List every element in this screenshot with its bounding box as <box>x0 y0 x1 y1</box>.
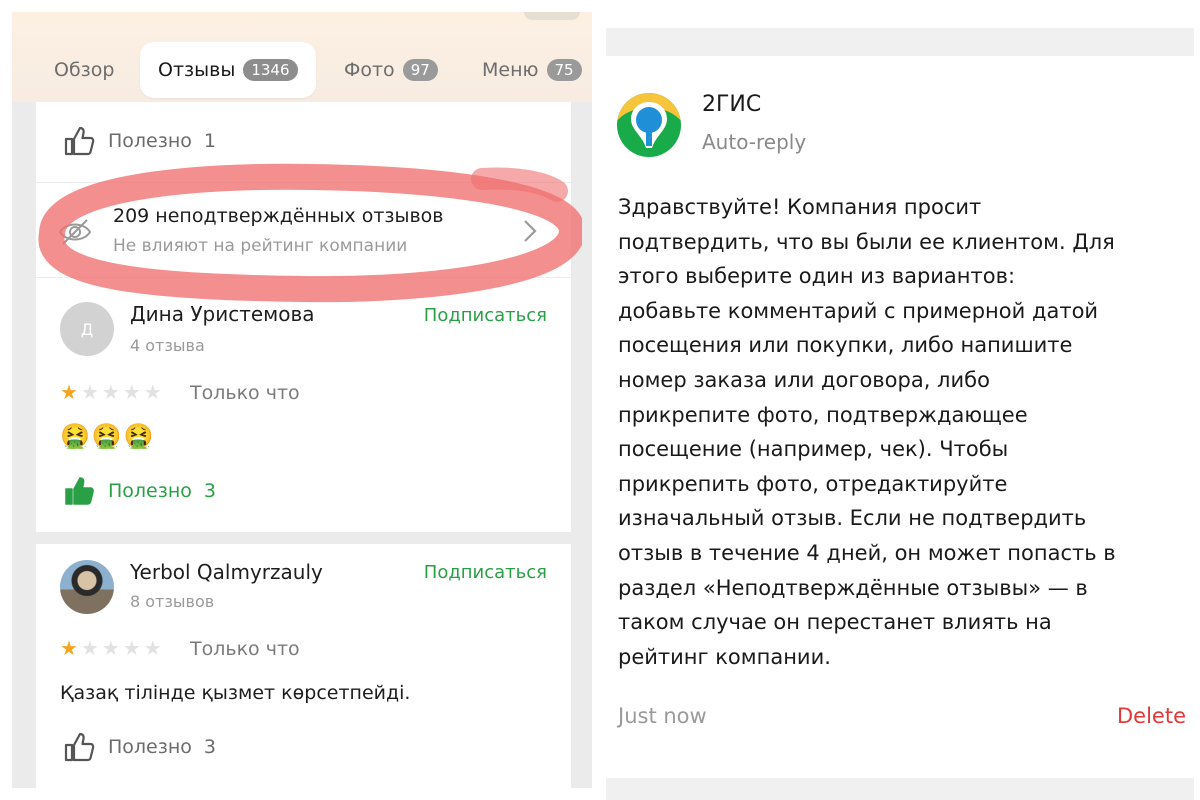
auto-reply-screen: 2ГИС Auto-reply Здравствуйте! Компания п… <box>606 0 1200 800</box>
reviews-card: Yerbol Qalmyrzauly 8 отзывов Подписаться… <box>36 544 571 794</box>
reviewer-name[interactable]: Дина Уристемова <box>130 302 315 326</box>
star-icon: ★ <box>80 636 99 660</box>
star-icon: ★ <box>101 636 120 660</box>
tab-photos-label: Фото <box>344 59 395 81</box>
helpful-button[interactable]: Полезно 3 <box>62 730 216 764</box>
review-emojis: 🤮🤮🤮 <box>60 422 156 450</box>
review-time: Только что <box>190 382 300 404</box>
tab-reviews-count: 1346 <box>243 59 298 81</box>
tab-photos[interactable]: Фото 97 <box>344 42 438 98</box>
avatar-letter: Д <box>80 319 94 339</box>
star-rating: ★ ★ ★ ★ ★ <box>60 380 162 404</box>
reply-time: Just now <box>618 704 707 728</box>
reviews-screen: Обзор Отзывы 1346 Фото 97 Меню 75 Полезн… <box>0 0 600 800</box>
helpful-count: 3 <box>203 480 216 502</box>
subscribe-button[interactable]: Подписаться <box>424 305 547 326</box>
star-rating: ★ ★ ★ ★ ★ <box>60 636 162 660</box>
tab-bar: Обзор Отзывы 1346 Фото 97 Меню 75 <box>12 12 592 102</box>
star-icon: ★ <box>60 636 78 660</box>
star-icon: ★ <box>101 380 120 404</box>
star-icon: ★ <box>143 636 162 660</box>
tab-menu-label: Меню <box>482 59 539 81</box>
helpful-button[interactable]: Полезно 1 <box>62 124 216 158</box>
star-icon: ★ <box>122 636 141 660</box>
unconfirmed-title: 209 неподтверждённых отзывов <box>113 205 444 227</box>
tab-overview-label: Обзор <box>54 59 115 81</box>
reviewer-review-count: 4 отзыва <box>130 336 205 355</box>
star-icon: ★ <box>122 380 141 404</box>
auto-reply-label: Auto-reply <box>702 130 807 154</box>
helpful-count: 3 <box>203 736 216 758</box>
thumbs-up-icon <box>64 126 95 156</box>
unconfirmed-reviews-link[interactable]: 209 неподтверждённых отзывов Не влияют н… <box>36 163 582 303</box>
star-icon: ★ <box>143 380 162 404</box>
eye-off-icon <box>58 219 92 245</box>
reviewer-review-count: 8 отзывов <box>130 592 215 611</box>
star-icon: ★ <box>80 380 99 404</box>
tab-reviews-label: Отзывы <box>158 59 236 81</box>
tab-menu-count: 75 <box>546 59 582 81</box>
reviews-card: Полезно 1 209 неподтверждённых отзывов Н… <box>36 102 582 532</box>
subscribe-button[interactable]: Подписаться <box>424 562 547 583</box>
auto-reply-message: Здравствуйте! Компания просит подтвердит… <box>618 195 1116 669</box>
unconfirmed-subtitle: Не влияют на рейтинг компании <box>113 236 408 256</box>
tab-bar-handle <box>524 12 580 20</box>
top-divider <box>606 28 1194 56</box>
review-time: Только что <box>190 638 300 660</box>
star-icon: ★ <box>60 380 78 404</box>
helpful-label: Полезно <box>108 480 192 502</box>
thumbs-up-icon <box>64 732 95 762</box>
helpful-count: 1 <box>203 130 216 152</box>
helpful-label: Полезно <box>108 130 192 152</box>
avatar[interactable] <box>60 560 114 614</box>
tab-menu[interactable]: Меню 75 <box>482 42 582 98</box>
tab-reviews[interactable]: Отзывы 1346 <box>140 42 316 98</box>
avatar[interactable]: Д <box>60 302 114 356</box>
red-marker-circle <box>38 163 582 303</box>
tab-overview[interactable]: Обзор <box>54 42 114 98</box>
delete-button[interactable]: Delete <box>1117 704 1186 728</box>
chevron-right-icon <box>524 220 537 242</box>
sender-name[interactable]: 2ГИС <box>702 92 761 117</box>
helpful-button[interactable]: Полезно 3 <box>62 474 216 508</box>
helpful-label: Полезно <box>108 736 192 758</box>
reviewer-name[interactable]: Yerbol Qalmyrzauly <box>130 560 323 584</box>
2gis-logo-icon[interactable] <box>616 92 682 158</box>
tab-photos-count: 97 <box>402 59 438 81</box>
bottom-divider <box>606 778 1194 800</box>
review-text: Қазақ тілінде қызмет көрсетпейді. <box>60 682 411 704</box>
thumbs-up-filled-icon <box>65 477 94 505</box>
